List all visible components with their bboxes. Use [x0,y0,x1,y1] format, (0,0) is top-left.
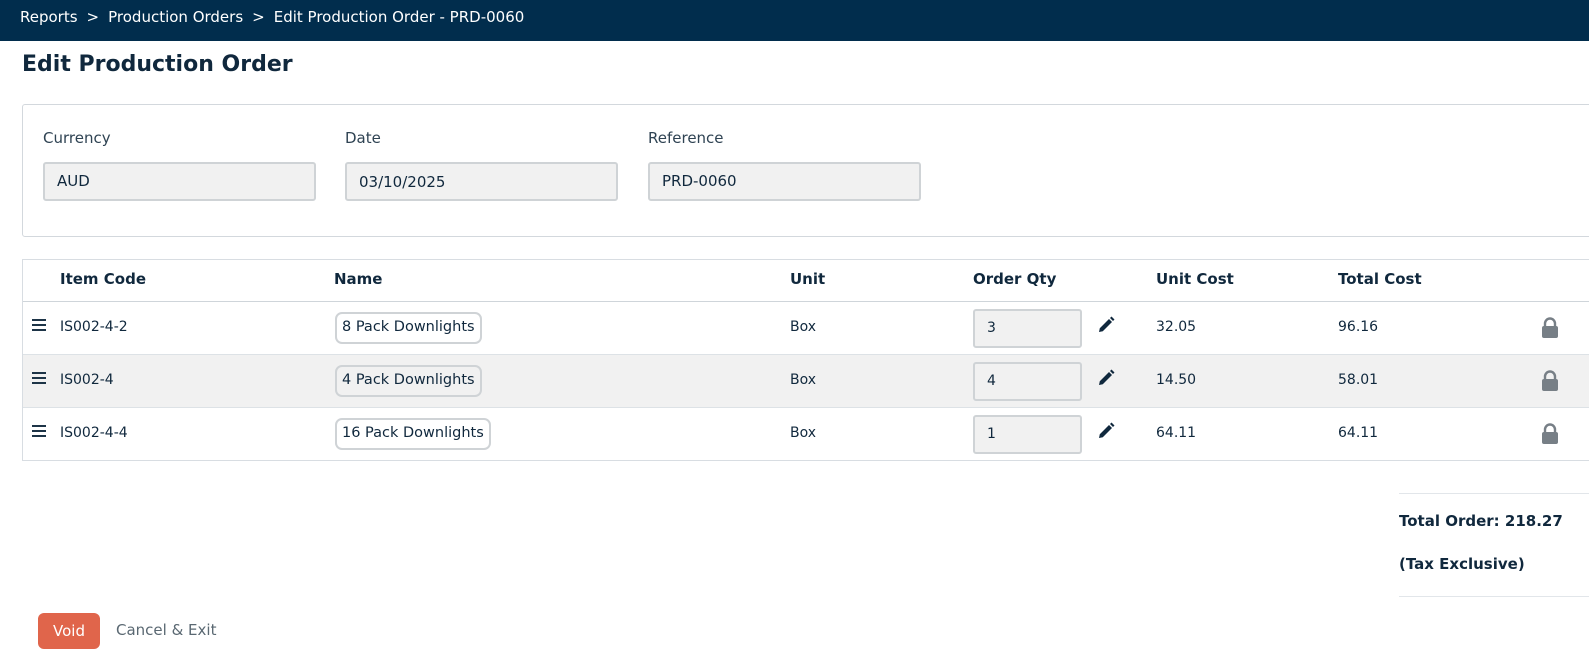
table-header: Item Code Name Unit Order Qty Unit Cost … [23,260,1589,302]
drag-handle-icon[interactable] [32,425,46,439]
breadcrumb-reports[interactable]: Reports [20,8,78,26]
currency-input[interactable]: AUD [43,162,316,201]
line-items-table: Item Code Name Unit Order Qty Unit Cost … [22,259,1589,461]
total-cost-cell: 58.01 [1338,372,1379,388]
total-order-value: 218.27 [1504,512,1563,530]
column-header-unit[interactable]: Unit [790,270,825,288]
column-header-order-qty[interactable]: Order Qty [973,270,1056,288]
table-row: IS002-4-4 16 Pack Downlights Box 1 64.11… [23,408,1589,461]
breadcrumb-current-page: Edit Production Order - PRD-0060 [273,8,525,26]
tax-note: (Tax Exclusive) [1399,555,1525,573]
column-header-total-cost[interactable]: Total Cost [1338,270,1422,288]
reference-input[interactable]: PRD-0060 [648,162,921,201]
unit-cost-cell: 64.11 [1156,425,1197,441]
breadcrumb-production-orders[interactable]: Production Orders [108,8,243,26]
void-button[interactable]: Void [38,613,100,649]
order-qty-input[interactable]: 4 [973,362,1082,401]
column-header-item-code[interactable]: Item Code [60,270,146,288]
item-code-cell: IS002-4 [60,372,114,388]
lock-icon [1540,317,1560,339]
total-cost-cell: 64.11 [1338,425,1379,441]
total-cost-cell: 96.16 [1338,319,1379,335]
unit-cost-cell: 32.05 [1156,319,1197,335]
column-header-unit-cost[interactable]: Unit Cost [1156,270,1234,288]
order-qty-input[interactable]: 1 [973,415,1082,454]
reference-label: Reference [648,129,724,147]
unit-cell: Box [790,319,817,335]
date-input[interactable]: 03/10/2025 [345,162,618,201]
order-qty-input[interactable]: 3 [973,309,1082,348]
total-order-label: Total Order: [1399,512,1500,530]
page-title: Edit Production Order [22,52,293,77]
table-row: IS002-4-2 8 Pack Downlights Box 3 32.05 … [23,302,1589,355]
item-code-cell: IS002-4-2 [60,319,128,335]
pencil-icon[interactable] [1096,368,1116,388]
unit-cell: Box [790,372,817,388]
date-label: Date [345,129,381,147]
order-details-panel: Currency AUD Date 03/10/2025 Reference P… [22,104,1589,237]
breadcrumb-separator: > [252,8,265,26]
table-row: IS002-4 4 Pack Downlights Box 4 14.50 58… [23,355,1589,408]
currency-label: Currency [43,129,111,147]
item-code-cell: IS002-4-4 [60,425,128,441]
item-name-chip[interactable]: 16 Pack Downlights [335,418,491,450]
drag-handle-icon[interactable] [32,372,46,386]
pencil-icon[interactable] [1096,315,1116,335]
item-name-chip[interactable]: 4 Pack Downlights [335,365,482,397]
lock-icon [1540,370,1560,392]
drag-handle-icon[interactable] [32,319,46,333]
column-header-name[interactable]: Name [334,270,382,288]
cancel-exit-link[interactable]: Cancel & Exit [116,621,216,639]
breadcrumb-separator: > [86,8,100,26]
top-navigation-bar: Reports > Production Orders > Edit Productio… [0,0,1589,41]
breadcrumb: Reports > Production Orders > Edit Productio… [20,8,524,26]
unit-cell: Box [790,425,817,441]
unit-cost-cell: 14.50 [1156,372,1197,388]
order-summary: Total Order: 218.27 (Tax Exclusive) [1399,493,1589,597]
lock-icon [1540,423,1560,445]
item-name-chip[interactable]: 8 Pack Downlights [335,312,482,344]
total-order: Total Order: 218.27 [1399,512,1563,530]
pencil-icon[interactable] [1096,421,1116,441]
